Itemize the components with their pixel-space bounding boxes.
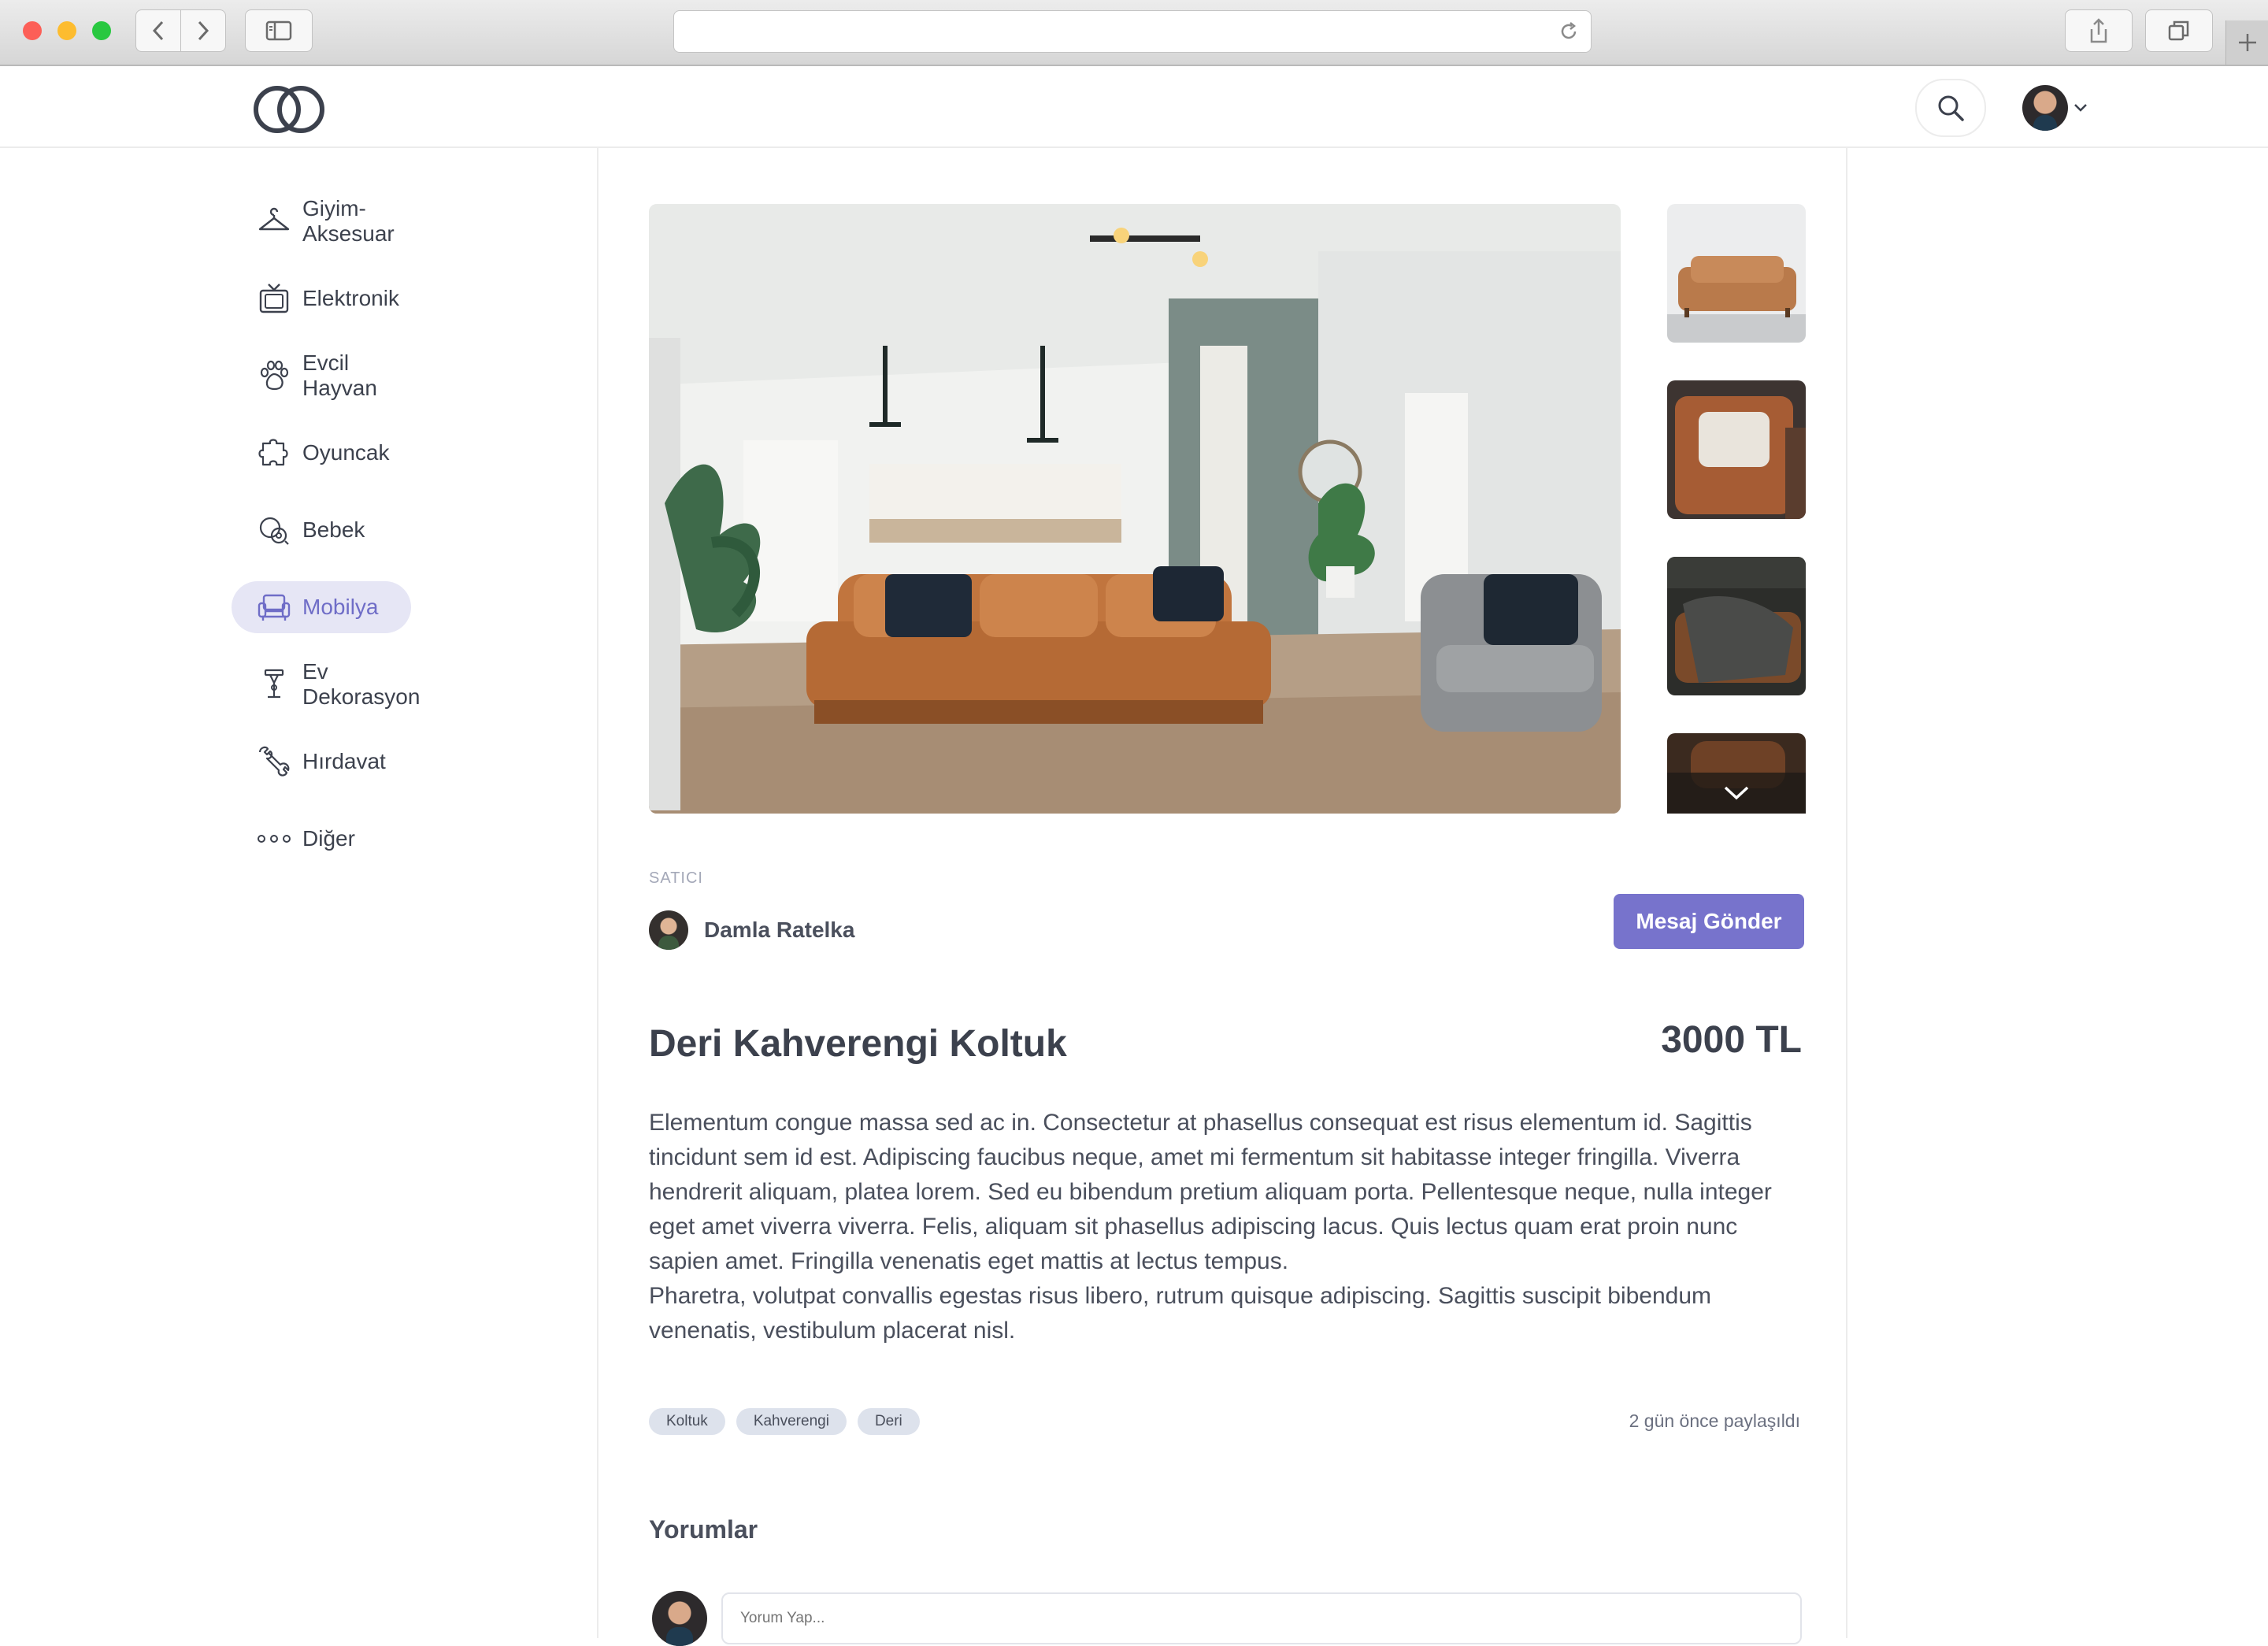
dots-icon [257, 821, 291, 856]
sidebar-item-label: Diğer [302, 826, 355, 851]
tag[interactable]: Deri [857, 1408, 920, 1435]
comments-title: Yorumlar [649, 1515, 758, 1544]
browser-toolbar [0, 0, 2268, 66]
search-button[interactable] [1915, 79, 1986, 137]
shared-time: 2 gün önce paylaşıldı [1629, 1411, 1800, 1431]
lamp-icon [257, 667, 291, 702]
sidebar-item-giyim-aksesuar[interactable]: Giyim-Aksesuar [232, 195, 411, 247]
product-title: Deri Kahverengi Koltuk [649, 1023, 1067, 1065]
reload-icon[interactable] [1558, 20, 1580, 43]
window-close-button[interactable] [23, 21, 42, 40]
comment-input[interactable] [721, 1592, 1802, 1644]
sidebar-item-mobilya[interactable]: Mobilya [232, 581, 411, 633]
sidebar-item-label: Ev Dekorasyon [302, 659, 421, 709]
puzzle-icon [257, 436, 291, 470]
sidebar-item-label: Giyim-Aksesuar [302, 196, 395, 246]
tag[interactable]: Kahverengi [736, 1408, 847, 1435]
seller-info[interactable]: Damla Ratelka [649, 910, 854, 950]
plus-icon [2239, 34, 2256, 51]
avatar [2022, 85, 2068, 131]
sidebar-item-label: Mobilya [302, 595, 379, 619]
share-button[interactable] [2065, 9, 2133, 52]
forward-button[interactable] [181, 9, 226, 52]
category-sidebar: Giyim-Aksesuar Elektronik Evcil Hayvan O… [232, 195, 562, 890]
sidebar-item-oyuncak[interactable]: Oyuncak [232, 427, 411, 479]
paw-icon [257, 358, 291, 393]
chevron-down-icon [1724, 786, 1749, 800]
description-paragraph: Elementum congue massa sed ac in. Consec… [649, 1110, 1772, 1274]
new-tab-button[interactable] [2225, 20, 2268, 65]
product-description: Elementum congue massa sed ac in. Consec… [649, 1106, 1807, 1348]
sidebar-icon [265, 20, 292, 41]
sidebar-item-bebek[interactable]: Bebek [232, 504, 411, 556]
content-divider [1846, 146, 1847, 1638]
product-price: 3000 TL [1661, 1019, 1802, 1061]
product-main-image[interactable] [649, 204, 1621, 814]
product-thumbnail[interactable] [1667, 204, 1806, 343]
app-header [0, 66, 2268, 148]
product-thumbnail[interactable] [1667, 380, 1806, 519]
sidebar-divider [597, 146, 598, 1638]
sidebar-item-label: Evcil Hayvan [302, 350, 377, 400]
address-bar[interactable] [673, 10, 1592, 53]
chevron-down-icon [2074, 104, 2087, 112]
share-icon [2090, 18, 2107, 43]
sidebar-item-diger[interactable]: Diğer [232, 813, 411, 865]
seller-label: SATICI [649, 869, 703, 887]
chevron-left-icon [152, 20, 164, 41]
sidebar-toggle-button[interactable] [245, 9, 313, 52]
tabs-icon [2168, 20, 2189, 41]
armchair-icon [257, 590, 291, 625]
send-message-button[interactable]: Mesaj Gönder [1614, 894, 1804, 949]
baby-icon [257, 513, 291, 547]
sidebar-item-hirdavat[interactable]: Hırdavat [232, 736, 411, 788]
tag[interactable]: Koltuk [649, 1408, 725, 1435]
sidebar-item-label: Oyuncak [302, 440, 390, 465]
sidebar-item-label: Elektronik [302, 286, 399, 310]
tabs-overview-button[interactable] [2145, 9, 2213, 52]
history-nav [135, 9, 227, 52]
sidebar-item-label: Hırdavat [302, 749, 386, 773]
tag-list: Koltuk Kahverengi Deri [649, 1408, 920, 1435]
back-button[interactable] [135, 9, 181, 52]
intertwined-rings-logo[interactable] [250, 82, 329, 141]
chevron-right-icon [198, 20, 209, 41]
window-minimize-button[interactable] [57, 21, 76, 40]
search-icon [1938, 95, 1964, 121]
sidebar-item-ev-dekorasyon[interactable]: Ev Dekorasyon [232, 658, 420, 710]
user-menu[interactable] [2022, 85, 2088, 131]
sidebar-item-evcil-hayvan[interactable]: Evcil Hayvan [232, 350, 411, 402]
product-thumbnail-more[interactable] [1667, 733, 1806, 814]
sidebar-item-label: Bebek [302, 517, 365, 542]
product-thumbnail[interactable] [1667, 557, 1806, 695]
window-zoom-button[interactable] [92, 21, 111, 40]
wrench-icon [257, 744, 291, 779]
tv-icon [257, 281, 291, 316]
seller-name[interactable]: Damla Ratelka [704, 918, 854, 943]
avatar [649, 910, 688, 950]
sidebar-item-elektronik[interactable]: Elektronik [232, 272, 411, 324]
description-paragraph: Pharetra, volutpat convallis egestas ris… [649, 1283, 1712, 1344]
hanger-icon [257, 204, 291, 239]
